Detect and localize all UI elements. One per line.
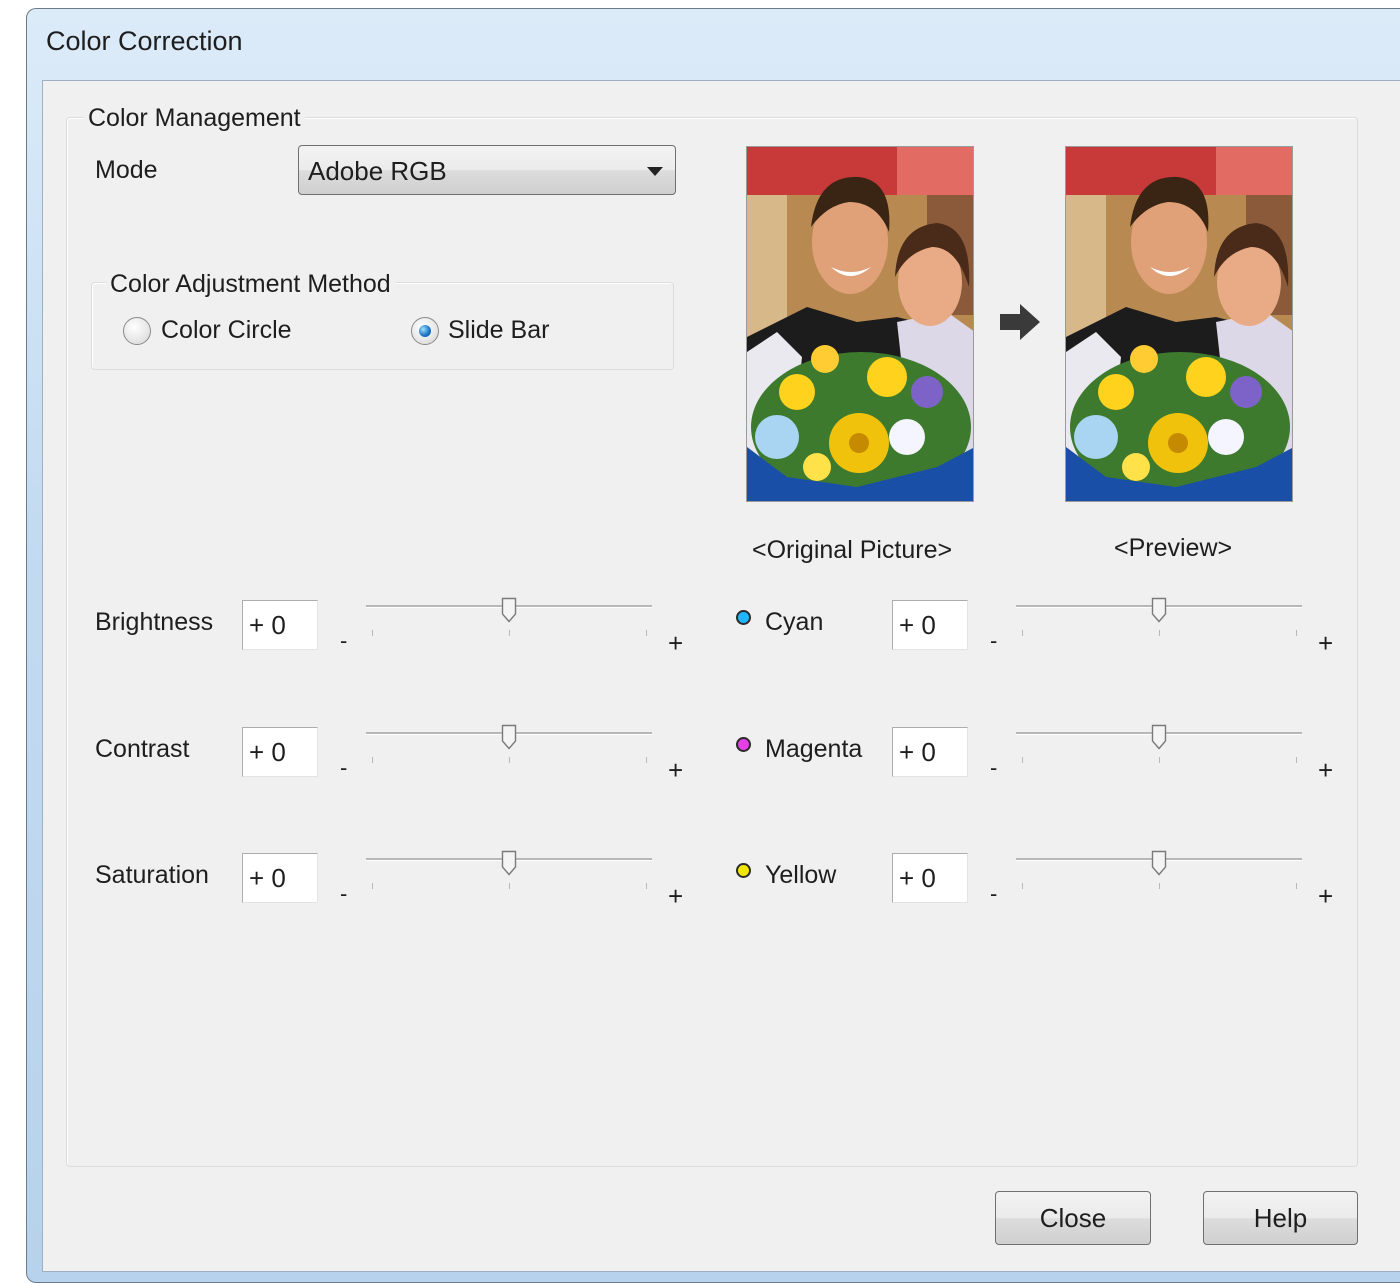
saturation-slider-thumb[interactable] [501, 850, 517, 876]
color-management-legend: Color Management [84, 104, 305, 133]
window-title: Color Correction [46, 26, 243, 56]
brightness-slider-tick [509, 630, 510, 636]
yellow-minus-label: - [990, 881, 998, 906]
magenta-color-dot-icon [736, 737, 751, 752]
contrast-value-field[interactable]: + 0 [242, 727, 318, 777]
yellow-value-field[interactable]: + 0 [892, 853, 968, 903]
help-button[interactable]: Help [1203, 1191, 1358, 1245]
cyan-slider-thumb[interactable] [1151, 597, 1167, 623]
contrast-label: Contrast [95, 735, 190, 763]
cyan-slider-tick [1296, 630, 1297, 636]
arrow-right-icon [998, 302, 1042, 342]
contrast-minus-label: - [340, 755, 348, 780]
yellow-color-dot-icon [736, 863, 751, 878]
color-circle-radio[interactable] [123, 317, 151, 345]
close-button[interactable]: Close [995, 1191, 1151, 1245]
contrast-slider-thumb[interactable] [501, 724, 517, 750]
saturation-slider-tick [646, 883, 647, 889]
yellow-plus-label: + [1318, 881, 1334, 911]
contrast-slider-tick [509, 757, 510, 763]
cyan-label: Cyan [765, 608, 824, 636]
cyan-value-text: + 0 [899, 610, 936, 640]
yellow-slider-thumb[interactable] [1151, 850, 1167, 876]
magenta-slider-thumb[interactable] [1151, 724, 1167, 750]
saturation-plus-label: + [668, 881, 684, 911]
contrast-value-text: + 0 [249, 737, 286, 767]
magenta-value-field[interactable]: + 0 [892, 727, 968, 777]
original-picture-caption: <Original Picture> [752, 536, 953, 564]
brightness-slider-thumb[interactable] [501, 597, 517, 623]
brightness-value-field[interactable]: + 0 [242, 600, 318, 650]
magenta-label: Magenta [765, 735, 863, 763]
saturation-minus-label: - [340, 881, 348, 906]
saturation-value-field[interactable]: + 0 [242, 853, 318, 903]
contrast-plus-label: + [668, 755, 684, 785]
preview-picture [1065, 146, 1293, 502]
magenta-plus-label: + [1318, 755, 1334, 785]
yellow-label: Yellow [765, 861, 837, 889]
cyan-color-dot-icon [736, 610, 751, 625]
brightness-plus-label: + [668, 628, 684, 658]
contrast-slider-tick [646, 757, 647, 763]
cyan-plus-label: + [1318, 628, 1334, 658]
magenta-value-text: + 0 [899, 737, 936, 767]
brightness-slider-tick [372, 630, 373, 636]
contrast-slider-tick [372, 757, 373, 763]
magenta-slider-tick [1159, 757, 1160, 763]
yellow-value-text: + 0 [899, 863, 936, 893]
brightness-value-text: + 0 [249, 610, 286, 640]
magenta-slider-tick [1296, 757, 1297, 763]
mode-dropdown[interactable]: Adobe RGB [298, 145, 676, 195]
mode-dropdown-value: Adobe RGB [308, 156, 447, 186]
slide-bar-radio-label[interactable]: Slide Bar [448, 316, 549, 345]
magenta-minus-label: - [990, 755, 998, 780]
brightness-label: Brightness [95, 608, 214, 636]
mode-label: Mode [95, 156, 158, 184]
original-picture [746, 146, 974, 502]
brightness-slider-tick [646, 630, 647, 636]
saturation-label: Saturation [95, 861, 209, 889]
color-circle-radio-label[interactable]: Color Circle [161, 316, 292, 345]
yellow-slider-tick [1159, 883, 1160, 889]
cyan-slider-tick [1022, 630, 1023, 636]
saturation-slider-tick [372, 883, 373, 889]
color-adjustment-method-legend: Color Adjustment Method [106, 270, 395, 299]
saturation-slider-tick [509, 883, 510, 889]
cyan-value-field[interactable]: + 0 [892, 600, 968, 650]
cyan-slider-tick [1159, 630, 1160, 636]
magenta-slider-tick [1022, 757, 1023, 763]
yellow-slider-tick [1022, 883, 1023, 889]
slide-bar-radio[interactable] [411, 317, 439, 345]
saturation-value-text: + 0 [249, 863, 286, 893]
yellow-slider-tick [1296, 883, 1297, 889]
brightness-minus-label: - [340, 628, 348, 653]
chevron-down-icon [647, 167, 663, 176]
preview-caption: <Preview> [1114, 534, 1233, 562]
cyan-minus-label: - [990, 628, 998, 653]
